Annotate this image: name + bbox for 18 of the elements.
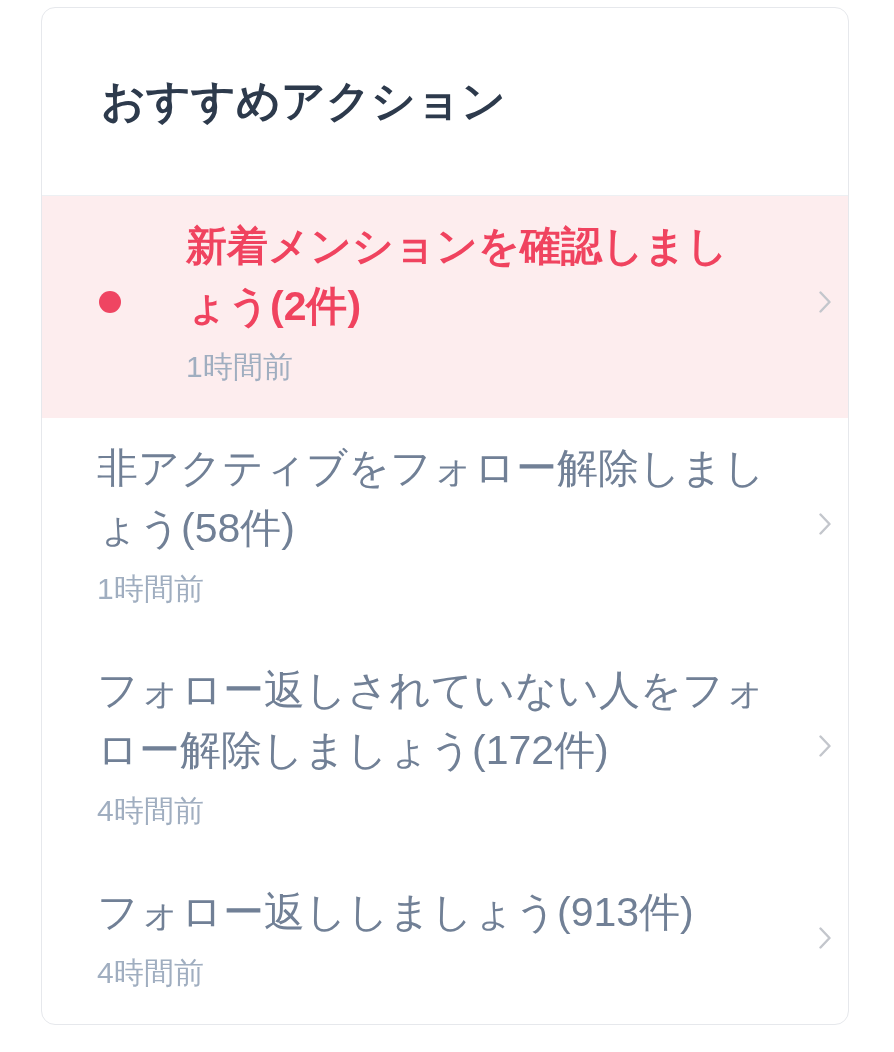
action-title: フォロー返ししましょう(913件): [97, 888, 695, 937]
action-title: フォロー返しされていない人をフォロー解除しましょう(172件): [97, 666, 767, 775]
time-label: 1時間前: [97, 571, 205, 607]
action-item[interactable]: 新着メンションを確認しましょう(2件) 1時間前: [42, 196, 848, 418]
card-title: おすすめアクション: [101, 75, 506, 128]
chevron-right-icon: [819, 927, 831, 949]
action-title: 非アクティブをフォロー解除しましょう(58件): [97, 444, 766, 553]
status-dot-icon: [99, 291, 121, 313]
time-label: 1時間前: [186, 349, 294, 385]
chevron-right-icon: [819, 291, 831, 313]
chevron-right-icon: [819, 735, 831, 757]
time-label: 4時間前: [97, 793, 205, 829]
time-label: 4時間前: [97, 955, 205, 991]
action-item[interactable]: フォロー返ししましょう(913件) 4時間前: [42, 862, 848, 1024]
action-item[interactable]: 非アクティブをフォロー解除しましょう(58件) 1時間前: [42, 418, 848, 640]
action-item[interactable]: フォロー返しされていない人をフォロー解除しましょう(172件) 4時間前: [42, 640, 848, 862]
chevron-right-icon: [819, 513, 831, 535]
action-title: 新着メンションを確認しましょう(2件): [186, 222, 729, 331]
